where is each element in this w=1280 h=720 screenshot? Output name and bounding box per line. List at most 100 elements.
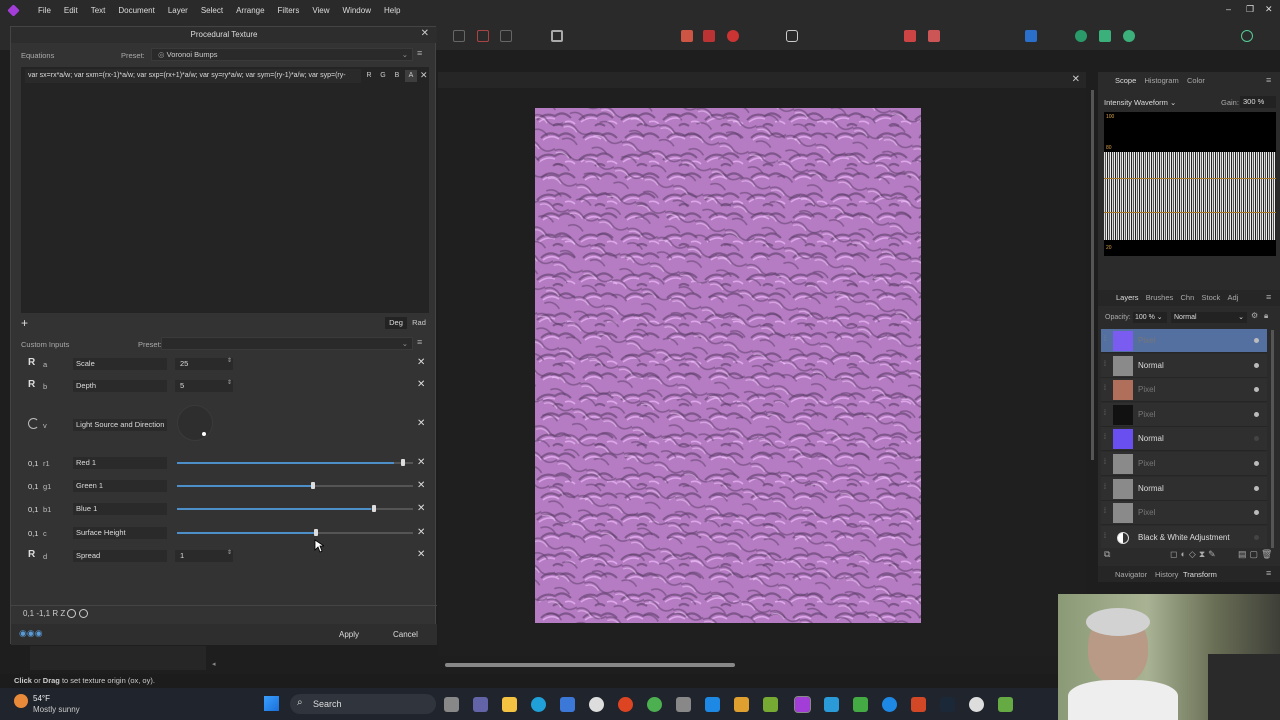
arrange-back-icon[interactable] (904, 30, 916, 42)
surface-height-slider[interactable] (177, 529, 413, 536)
drag-handle-icon[interactable]: ⁞ (1104, 508, 1106, 515)
layers-scrollbar[interactable] (1271, 330, 1274, 550)
affinity-designer-icon[interactable] (824, 697, 839, 712)
affinity-logo-icon[interactable] (7, 4, 20, 17)
preset-menu-icon[interactable]: ≡ (417, 48, 422, 58)
menu-select[interactable]: Select (201, 0, 223, 22)
persona-liquify-icon[interactable] (1099, 30, 1111, 42)
tab-history[interactable]: History (1155, 570, 1178, 579)
drag-handle-icon[interactable]: ⁞ (1104, 410, 1106, 417)
windows-start-icon[interactable] (264, 696, 279, 711)
scope-mode-dropdown[interactable]: Intensity Waveform ⌄ (1104, 97, 1186, 109)
flip-icon[interactable] (681, 30, 693, 42)
input-value-field[interactable]: 5 (175, 380, 233, 392)
apply-button[interactable]: Apply (339, 630, 359, 639)
layer-row[interactable]: ⁞ Normal (1101, 476, 1267, 501)
cancel-button[interactable]: Cancel (393, 630, 418, 639)
remove-input-icon[interactable]: ✕ (417, 457, 425, 468)
affinity-photo-taskbar-icon[interactable] (794, 696, 811, 713)
tab-adjustments[interactable]: Adj (1228, 293, 1239, 302)
steam-icon[interactable] (940, 697, 955, 712)
layer-visibility-icon[interactable] (1254, 411, 1259, 417)
remove-input-icon[interactable]: ✕ (417, 503, 425, 514)
stepper-icon[interactable]: ⇕ (227, 379, 232, 386)
remove-input-icon[interactable]: ✕ (417, 527, 425, 538)
quickmask-icon[interactable] (551, 30, 563, 42)
remove-input-icon[interactable]: ✕ (417, 379, 425, 390)
input-type-buttons[interactable]: 0,1 -1,1 R Z (23, 609, 65, 618)
tab-histogram[interactable]: Histogram (1145, 76, 1179, 85)
tab-navigator[interactable]: Navigator (1115, 570, 1147, 579)
account-icon[interactable] (1241, 30, 1253, 42)
stepper-icon[interactable]: ⇕ (227, 549, 232, 556)
drag-handle-icon[interactable]: ⁞ (1104, 434, 1106, 441)
layers-menu-icon[interactable]: ≡ (1266, 292, 1271, 302)
select-box-icon[interactable] (500, 30, 512, 42)
preset-dropdown[interactable]: ◎ Voronoi Bumps ⌄ (151, 48, 413, 61)
menu-file[interactable]: File (38, 0, 51, 22)
arrange-front-icon[interactable] (928, 30, 940, 42)
file-explorer-icon[interactable] (502, 697, 517, 712)
persona-photo-icon[interactable] (1075, 30, 1087, 42)
channel-r-button[interactable]: R (363, 70, 375, 82)
direction-wheel[interactable] (177, 405, 213, 441)
folder-icon[interactable] (734, 697, 749, 712)
menu-layer[interactable]: Layer (168, 0, 188, 22)
layer-settings-icon[interactable]: ⚙ (1251, 311, 1258, 320)
input-name-field[interactable]: Spread (73, 550, 167, 562)
blue-slider[interactable] (177, 505, 413, 512)
menu-filters[interactable]: Filters (278, 0, 300, 22)
persona-develop-icon[interactable] (1123, 30, 1135, 42)
remove-input-icon[interactable]: ✕ (417, 418, 425, 429)
tab-channels[interactable]: Chn (1181, 293, 1195, 302)
remove-equation-icon[interactable]: ✕ (420, 70, 428, 81)
tab-transform[interactable]: Transform (1183, 570, 1217, 579)
snapping-icon[interactable] (703, 30, 715, 42)
layer-visibility-icon[interactable] (1254, 461, 1259, 466)
teams-icon[interactable] (473, 697, 488, 712)
custom-preset-dropdown[interactable]: ⌄ (161, 337, 413, 350)
dialog-close-icon[interactable]: ✕ (421, 28, 429, 39)
assistant-icon[interactable] (786, 30, 798, 42)
stepper-icon[interactable]: ⇕ (227, 357, 232, 364)
drag-handle-icon[interactable]: ⁞ (1104, 336, 1106, 343)
add-input-types[interactable]: 0,1 -1,1 R Z (23, 609, 88, 619)
deselect-icon[interactable] (477, 30, 489, 42)
chrome-icon[interactable] (647, 697, 662, 712)
equation-field[interactable]: var sx=rx*a/w; var sxm=(rx-1)*a/w; var s… (25, 69, 361, 83)
layer-row[interactable]: ⁞ Pixel (1101, 402, 1267, 427)
app-icon[interactable] (763, 697, 778, 712)
input-name-field[interactable]: Red 1 (73, 457, 167, 469)
add-direction-input-icon[interactable] (78, 609, 88, 619)
layer-visibility-icon[interactable] (1254, 362, 1259, 368)
menu-document[interactable]: Document (118, 0, 154, 22)
tab-layers[interactable]: Layers (1116, 293, 1139, 302)
task-view-icon[interactable] (444, 697, 459, 712)
input-name-field[interactable]: Green 1 (73, 480, 167, 492)
app-icon[interactable] (882, 697, 897, 712)
drag-handle-icon[interactable]: ⁞ (1104, 385, 1106, 392)
layer-folder-icons[interactable]: ▤▢🗑︎ (1238, 549, 1275, 560)
alien-app-icon[interactable] (589, 697, 604, 712)
blend-mode-dropdown[interactable]: Normal ⌄ (1171, 312, 1247, 323)
layer-visibility-icon[interactable] (1254, 510, 1259, 516)
gain-field[interactable]: 300 % (1240, 96, 1276, 108)
horizontal-scrollbar[interactable] (445, 663, 735, 667)
store-icon[interactable] (560, 697, 575, 712)
restore-icon[interactable]: ❐ (1246, 4, 1254, 15)
layer-row[interactable]: ⁞ Pixel (1101, 329, 1267, 353)
red-slider-thumb[interactable] (401, 459, 405, 466)
input-name-field[interactable]: Blue 1 (73, 503, 167, 515)
tab-brushes[interactable]: Brushes (1146, 293, 1174, 302)
input-name-field[interactable]: Depth (73, 380, 167, 392)
weather-icon[interactable] (14, 694, 28, 708)
magnet-icon[interactable] (727, 30, 739, 42)
custom-preset-menu-icon[interactable]: ≡ (417, 337, 422, 347)
menu-arrange[interactable]: Arrange (236, 0, 264, 22)
edge-icon[interactable] (531, 697, 546, 712)
taskbar-search-box[interactable]: ⌕ Search (290, 694, 436, 714)
drag-handle-icon[interactable]: ⁞ (1104, 484, 1106, 491)
green-slider[interactable] (177, 482, 413, 489)
layer-visibility-icon[interactable] (1254, 534, 1259, 540)
layer-visibility-icon[interactable] (1254, 387, 1259, 393)
